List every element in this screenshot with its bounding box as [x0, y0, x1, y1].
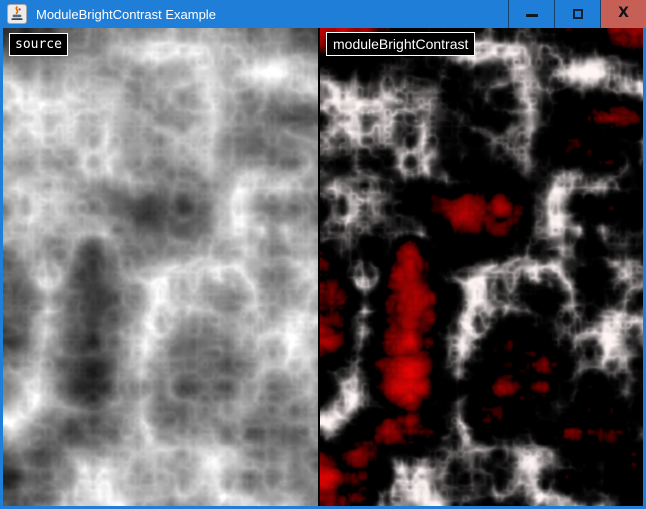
close-icon: X — [618, 6, 629, 20]
source-label: source — [9, 33, 68, 56]
maximize-button[interactable] — [554, 0, 600, 28]
java-coffee-icon — [9, 6, 25, 22]
panel-source: source — [3, 28, 318, 506]
minimize-icon — [526, 14, 538, 17]
app-window: ModuleBrightContrast Example X source mo… — [0, 0, 646, 509]
source-image — [3, 28, 318, 506]
close-button[interactable]: X — [600, 0, 646, 28]
panel-modulebrightcontrast: moduleBrightContrast — [320, 28, 643, 506]
image-grid: source moduleBrightContrast — [3, 28, 643, 506]
modulebrightcontrast-image — [320, 28, 643, 506]
java-app-icon[interactable] — [7, 4, 27, 24]
maximize-icon — [573, 9, 583, 19]
titlebar-buttons: X — [508, 0, 646, 28]
minimize-button[interactable] — [508, 0, 554, 28]
titlebar[interactable]: ModuleBrightContrast Example X — [0, 0, 646, 28]
window-title: ModuleBrightContrast Example — [36, 7, 508, 22]
modulebrightcontrast-label: moduleBrightContrast — [326, 32, 475, 56]
